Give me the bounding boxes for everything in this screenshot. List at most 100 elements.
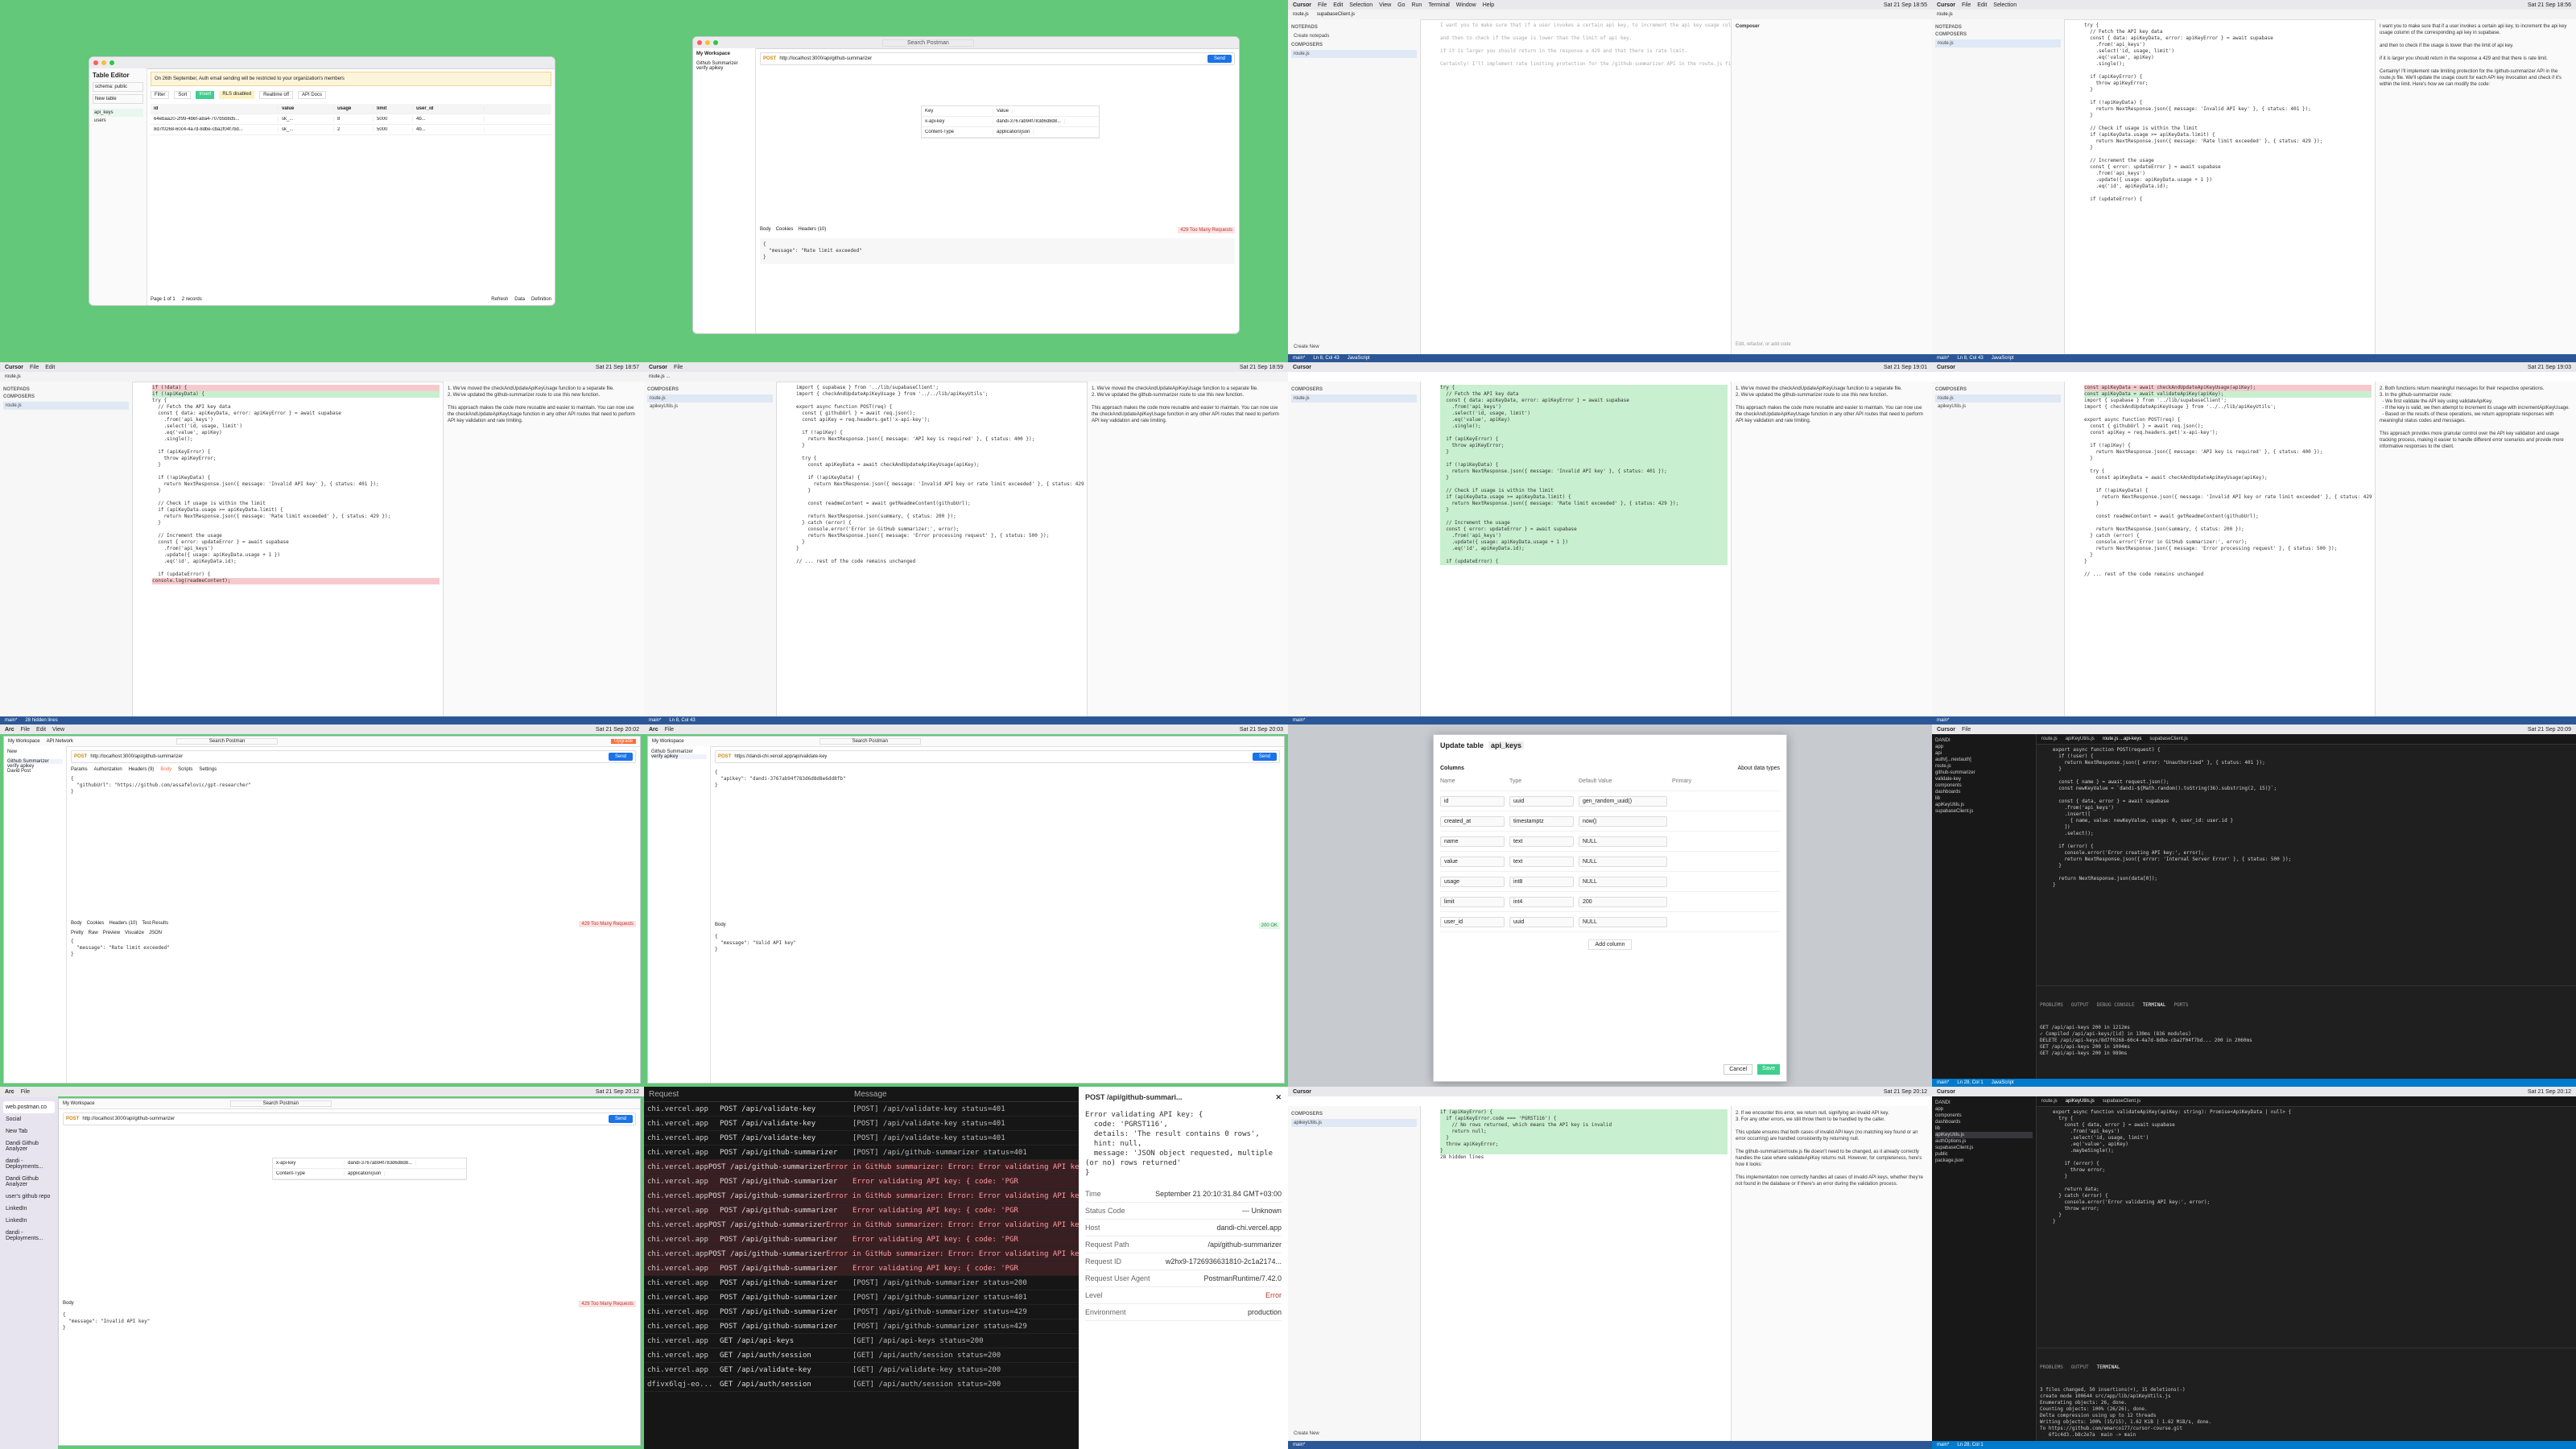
log-row[interactable]: dfivx6lqj-eo... GET /api/auth/session [GET… <box>644 1377 1079 1392</box>
log-row[interactable]: chi.vercel.app POST /api/github-summarize… <box>644 1189 1079 1203</box>
tab-terminal[interactable]: TERMINAL <box>2097 1364 2120 1371</box>
language-mode[interactable]: JavaScript <box>1992 356 2014 361</box>
close-icon[interactable] <box>93 60 98 65</box>
git-branch[interactable]: main* <box>1937 356 1949 361</box>
column-name-input[interactable]: user_id <box>1440 916 1505 927</box>
explorer-item[interactable]: authOptions.js <box>1935 1138 2033 1145</box>
search-input[interactable]: Search Postman <box>229 1100 332 1107</box>
tab-body[interactable]: Body <box>63 1301 74 1307</box>
git-branch[interactable]: main* <box>1293 1443 1305 1447</box>
tab-output[interactable]: OUTPUT <box>2071 1364 2089 1371</box>
create-new-button[interactable]: Create New <box>1291 343 1322 351</box>
log-row[interactable]: chi.vercel.app POST /api/validate-key [POS… <box>644 1117 1079 1131</box>
tab-route[interactable]: route.js <box>5 374 21 379</box>
menu-item[interactable]: File <box>21 1089 30 1095</box>
request-body[interactable]: { "githubUrl": "https://github.com/assaf… <box>71 776 636 921</box>
tab-preview[interactable]: Preview <box>103 931 120 935</box>
tab-body[interactable]: Body <box>71 921 82 927</box>
tab-route[interactable]: route.js ... <box>649 374 670 379</box>
arc-tab[interactable]: dandi - Deployments... <box>3 1155 55 1173</box>
git-branch[interactable]: main* <box>649 718 661 723</box>
tab-headers[interactable]: Headers (10) <box>109 921 137 927</box>
headers-row[interactable]: x-api-key dandi-3767ab94f783d6d8d8... <box>273 1158 466 1169</box>
menu-item[interactable]: File <box>21 727 30 733</box>
cursor-position[interactable]: Ln 8, Col 43 <box>1313 356 1339 361</box>
menu-item[interactable]: File <box>30 365 39 370</box>
tab-route[interactable]: route.js <box>2041 1099 2058 1104</box>
menu-item[interactable]: View <box>52 727 64 733</box>
cancel-button[interactable]: Cancel <box>1724 1064 1753 1075</box>
zoom-icon[interactable] <box>109 60 114 65</box>
explorer-item[interactable]: supabaseClient.js <box>1935 808 2033 815</box>
workspace-name[interactable]: My Workspace <box>652 739 684 744</box>
menu-item[interactable]: Go <box>1397 2 1405 8</box>
column-row[interactable]: user_id uuid NULL <box>1440 912 1780 932</box>
tab-raw[interactable]: Raw <box>89 931 98 935</box>
column-type-select[interactable]: int8 <box>1509 876 1574 887</box>
column-name-input[interactable]: value <box>1440 856 1505 867</box>
arc-tab[interactable]: LinkedIn <box>3 1215 55 1227</box>
minimize-icon[interactable] <box>705 40 710 45</box>
realtime-button[interactable]: Realtime off <box>259 91 293 99</box>
tab-settings[interactable]: Settings <box>199 767 217 772</box>
refresh-button[interactable]: Refresh <box>491 297 508 302</box>
tab-test-results[interactable]: Test Results <box>142 921 168 927</box>
menu-item[interactable]: Arc <box>5 727 14 733</box>
column-row[interactable]: created_at timestamptz now() <box>1440 811 1780 832</box>
log-row[interactable]: chi.vercel.app GET /api/auth/session [GET]… <box>644 1348 1079 1363</box>
menu-item[interactable]: Selection <box>1993 2 2017 8</box>
log-row[interactable]: chi.vercel.app POST /api/github-summarize… <box>644 1218 1079 1232</box>
workspace-name[interactable]: My Workspace <box>63 1101 95 1106</box>
log-row[interactable]: chi.vercel.app POST /api/github-summarize… <box>644 1174 1079 1189</box>
tab-route[interactable]: route.js <box>1937 12 1953 17</box>
zoom-icon[interactable] <box>713 40 718 45</box>
column-type-select[interactable]: uuid <box>1509 916 1574 927</box>
close-icon[interactable] <box>697 40 702 45</box>
menu-item[interactable]: Arc <box>649 727 658 733</box>
code-editor[interactable]: I want you to make sure that if a user i… <box>1421 19 1731 354</box>
arc-tab[interactable]: Dandi Github Analyzer <box>3 1137 55 1155</box>
explorer-item[interactable]: lib <box>1935 795 2033 802</box>
menu-item[interactable]: Help <box>1483 2 1494 8</box>
tab-pretty[interactable]: Pretty <box>71 931 84 935</box>
method-select[interactable]: POST <box>763 56 776 61</box>
arc-tab[interactable]: web.postman.co <box>3 1101 55 1113</box>
explorer-item[interactable]: supabaseClient.js <box>1935 1145 2033 1151</box>
menu-item[interactable]: Cursor <box>1937 2 1955 8</box>
code-editor[interactable]: try { // Fetch the API key data const { … <box>1421 382 1731 716</box>
code-editor[interactable]: try { // Fetch the API key data const { … <box>2065 19 2375 354</box>
arc-tab[interactable]: Dandi Github Analyzer <box>3 1173 55 1191</box>
git-branch[interactable]: main* <box>1937 718 1949 723</box>
about-data-types-link[interactable]: About data types <box>1737 766 1780 771</box>
explorer-item[interactable]: public <box>1935 1151 2033 1158</box>
code-editor[interactable]: if (!data) { if (!apiKeyData) { try { //… <box>133 382 443 716</box>
log-row[interactable]: chi.vercel.app POST /api/github-summarize… <box>644 1261 1079 1276</box>
url-input[interactable]: http://localhost:3000/api/github-summari… <box>90 754 605 759</box>
definition-tab[interactable]: Definition <box>531 297 551 302</box>
log-row[interactable]: chi.vercel.app POST /api/github-summarize… <box>644 1276 1079 1290</box>
menu-item[interactable]: Run <box>1411 2 1422 8</box>
column-default-input[interactable]: NULL <box>1579 916 1667 927</box>
explorer-item[interactable]: auth/[...nextauth] <box>1935 757 2033 763</box>
column-row[interactable]: value text NULL <box>1440 852 1780 872</box>
menu-item[interactable]: Cursor <box>5 365 23 370</box>
menu-item[interactable]: File <box>1318 2 1327 8</box>
explorer-item[interactable]: route.js <box>1935 763 2033 770</box>
git-branch[interactable]: main* <box>1293 718 1305 723</box>
headers-row[interactable]: Content-Type application/json <box>922 127 1099 138</box>
save-button[interactable]: Save <box>1757 1064 1780 1075</box>
log-row[interactable]: chi.vercel.app POST /api/github-summarize… <box>644 1160 1079 1174</box>
column-row[interactable]: limit int4 200 <box>1440 892 1780 912</box>
data-tab[interactable]: Data <box>514 297 525 302</box>
create-new-button[interactable]: Create New <box>1291 1430 1322 1438</box>
column-type-select[interactable]: timestamptz <box>1509 815 1574 827</box>
log-row[interactable]: chi.vercel.app POST /api/github-summarize… <box>644 1203 1079 1218</box>
rls-badge[interactable]: RLS disabled <box>219 91 255 99</box>
log-row[interactable]: chi.vercel.app POST /api/github-summarize… <box>644 1232 1079 1247</box>
column-row[interactable]: id uuid gen_random_uuid() <box>1440 791 1780 811</box>
log-row[interactable]: chi.vercel.app POST /api/github-summarize… <box>644 1305 1079 1319</box>
send-button[interactable]: Send <box>1207 55 1232 63</box>
headers-row[interactable]: x-api-key dandi-3767ab94f783d6d8d8... <box>922 117 1099 127</box>
log-row[interactable]: chi.vercel.app POST /api/github-summarize… <box>644 1146 1079 1160</box>
api-network-link[interactable]: API Network <box>47 739 73 744</box>
